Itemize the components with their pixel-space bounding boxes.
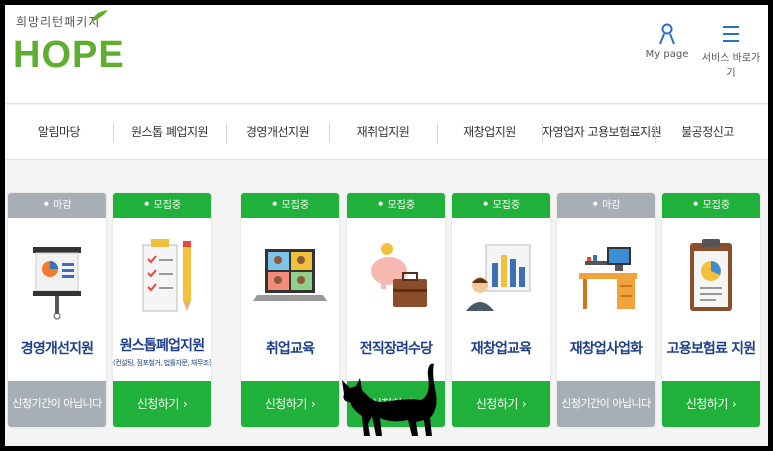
mypage-button[interactable]: My page <box>645 23 689 60</box>
checklist-pencil-icon <box>142 239 191 312</box>
program-title: 전직장려수당 <box>359 341 433 357</box>
status-badge: ⚫ 마감 <box>8 193 106 218</box>
program-title: 취업교육 <box>265 341 315 357</box>
program-card[interactable]: ⚫ 모집중 취업교육 신청하기 › <box>241 193 339 427</box>
nav-item-unfair-report[interactable]: 불공정신고 <box>655 105 760 160</box>
badge-label: 모집중 <box>492 200 521 211</box>
site-header: 희망리턴패키지 HOPE My page 서비스 바로가기 <box>5 5 768 104</box>
chevron-right-icon: › <box>310 397 316 411</box>
hamburger-menu-icon <box>723 26 739 42</box>
nav-item-management-improvement[interactable]: 경영개선지원 <box>226 105 329 160</box>
logo-subtitle: 희망리턴패키지 <box>16 15 101 29</box>
chevron-right-icon: › <box>182 397 188 411</box>
badge-label: 모집중 <box>702 200 731 211</box>
apply-label: 신청하기 <box>136 397 180 411</box>
badge-label: 모집중 <box>281 200 310 211</box>
nav-item-notice[interactable]: 알림마당 <box>5 105 113 160</box>
bell-icon: ⚫ <box>481 200 490 210</box>
services-shortcut-button[interactable]: 서비스 바로가기 <box>700 23 762 79</box>
badge-label: 마감 <box>602 200 621 211</box>
program-title: 경영개선지원 <box>20 341 94 357</box>
program-card[interactable]: ⚫ 모집중 고용보험료 지원 신청하기 › <box>662 193 760 427</box>
apply-button[interactable]: 신청하기› <box>662 381 760 427</box>
nav-item-closure-support[interactable]: 원스톱 폐업지원 <box>113 105 226 160</box>
apply-button[interactable]: 신청하기› <box>452 381 550 427</box>
cat-silhouette <box>342 363 437 436</box>
badge-label: 모집중 <box>387 200 416 211</box>
bell-icon: ⚫ <box>376 200 385 210</box>
program-note: (컨설팅, 점포철거, 법률자문, 채무조정) <box>113 359 211 367</box>
nav-item-restartup[interactable]: 재창업지원 <box>437 105 542 160</box>
apply-button[interactable]: 신청하기› <box>241 381 339 427</box>
main-nav: 알림마당 원스톱 폐업지원 경영개선지원 재취업지원 재창업지원 자영업자 고용… <box>5 105 768 160</box>
presenter-board-icon <box>466 244 531 311</box>
apply-label: 신청기간이 아닙니다 <box>12 397 102 410</box>
person-icon <box>659 23 675 45</box>
chevron-right-icon: › <box>731 397 737 411</box>
chevron-right-icon: › <box>521 397 527 411</box>
program-title: 재창업사업화 <box>569 341 643 357</box>
status-badge: ⚫ 모집중 <box>452 193 550 218</box>
bell-icon: ⚫ <box>142 200 151 210</box>
apply-button[interactable]: 신청기간이 아닙니다 <box>8 381 106 427</box>
status-badge: ⚫ 모집중 <box>347 193 445 218</box>
site-logo[interactable]: 희망리턴패키지 HOPE <box>13 9 125 79</box>
program-title: 고용보험료 지원 <box>666 341 756 357</box>
badge-label: 모집중 <box>153 200 182 211</box>
nav-item-reemployment[interactable]: 재취업지원 <box>329 105 437 160</box>
leaf-icon <box>91 10 108 22</box>
status-badge: ⚫ 마감 <box>557 193 655 218</box>
badge-label: 마감 <box>53 200 72 211</box>
logo-hope: HOPE <box>13 34 125 76</box>
program-title: 원스톱폐업지원 <box>119 338 205 354</box>
presentation-chart-icon <box>33 247 81 320</box>
apply-label: 신청하기 <box>264 397 308 411</box>
bell-icon: ⚫ <box>270 200 279 210</box>
apply-label: 신청기간이 아닙니다 <box>561 397 651 410</box>
office-desk-icon <box>579 247 637 309</box>
page-frame: 희망리턴패키지 HOPE My page 서비스 바로가기 알림마당 원스톱 폐… <box>5 5 768 446</box>
apply-label: 신청하기 <box>685 397 729 411</box>
services-label: 서비스 바로가기 <box>701 53 761 79</box>
video-call-laptop-icon <box>253 249 327 301</box>
apply-label: 신청하기 <box>475 397 519 411</box>
mypage-label: My page <box>645 49 689 60</box>
status-badge: ⚫ 모집중 <box>241 193 339 218</box>
bell-icon: ⚫ <box>691 200 700 210</box>
nav-item-insurance-support[interactable]: 자영업자 고용보험료지원 <box>542 105 662 160</box>
bell-icon: ⚫ <box>591 200 600 210</box>
status-badge: ⚫ 모집중 <box>113 193 211 218</box>
status-badge: ⚫ 모집중 <box>662 193 760 218</box>
program-card[interactable]: ⚫ 모집중 재창업교육 신청하기 › <box>452 193 550 427</box>
apply-button[interactable]: 신청하기› <box>113 381 211 427</box>
program-title: 재창업교육 <box>470 341 532 357</box>
program-card[interactable]: ⚫ 마감 재창업사업화 신청기간이 아닙니다 <box>557 193 655 427</box>
bell-icon: ⚫ <box>42 200 51 210</box>
piggybank-briefcase-icon <box>371 243 427 307</box>
apply-button[interactable]: 신청기간이 아닙니다 <box>557 381 655 427</box>
program-card[interactable]: ⚫ 마감 경영개선지원 신청기간이 아닙니다 <box>8 193 106 427</box>
program-card[interactable]: ⚫ 모집중 원스톱폐업지원 (컨설팅, 점포철거, 법률자문, 채무조정) 신청하… <box>113 193 211 427</box>
clipboard-pie-icon <box>690 239 732 311</box>
